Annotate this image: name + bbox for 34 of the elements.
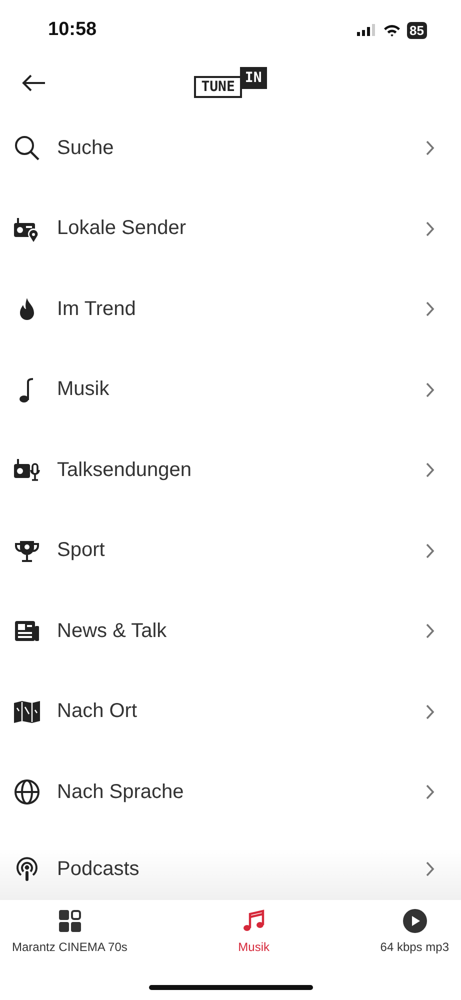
menu-item[interactable]: Nach Ort <box>0 672 461 752</box>
menu-item[interactable]: Suche <box>0 108 461 188</box>
chevron-icon <box>425 861 435 877</box>
tab-item[interactable]: 64 kbps mp3 <box>380 908 449 960</box>
menu-item[interactable]: Lokale Sender <box>0 188 461 269</box>
battery-indicator: 85 <box>406 22 427 38</box>
play-icon <box>402 908 428 934</box>
menu-item[interactable]: Im Trend <box>0 269 461 350</box>
chevron-icon <box>425 542 435 559</box>
menu-item[interactable]: Musik <box>0 350 461 430</box>
menu-item[interactable]: Podcasts <box>0 832 461 900</box>
signal-icon <box>356 24 377 36</box>
grid-icon <box>56 908 83 934</box>
menu-item[interactable]: News & Talk <box>0 591 461 672</box>
status-time: 10:58 <box>48 19 97 41</box>
chevron-icon <box>425 784 435 800</box>
search-icon <box>13 134 41 162</box>
chevron-icon <box>425 623 435 640</box>
globe-icon <box>13 778 41 806</box>
music-note-icon <box>240 908 267 934</box>
menu-item[interactable]: Talksendungen <box>0 430 461 510</box>
tab-item[interactable]: Marantz CINEMA 70s <box>12 908 128 960</box>
chevron-icon <box>425 462 435 478</box>
wifi-icon <box>382 24 401 36</box>
chevron-icon <box>425 140 435 156</box>
back-button[interactable] <box>20 72 48 94</box>
menu-item[interactable]: Sport <box>0 510 461 591</box>
tab-item[interactable]: Musik <box>238 908 270 960</box>
tunein-logo: TUNE IN <box>194 67 267 101</box>
chevron-icon <box>425 220 435 237</box>
chevron-icon <box>425 382 435 398</box>
chevron-icon <box>425 301 435 318</box>
menu-item[interactable]: Nach Sprache <box>0 752 461 832</box>
chevron-icon <box>425 704 435 720</box>
